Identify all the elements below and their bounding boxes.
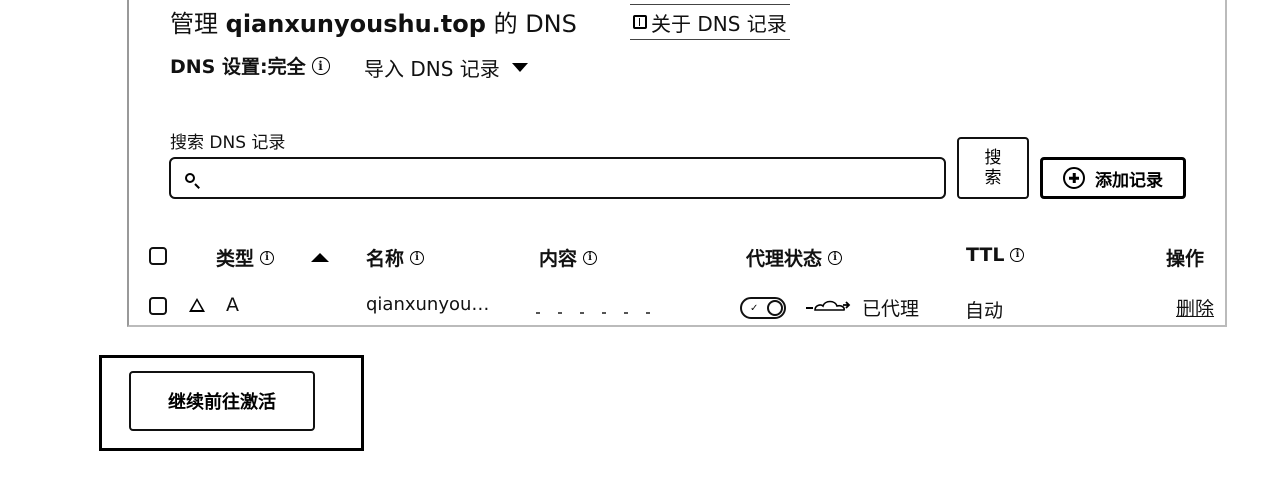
column-header-proxy-status[interactable]: 代理状态 i [746, 244, 843, 271]
title-suffix: 的 DNS [493, 10, 577, 38]
delete-record-link[interactable]: 删除 [1176, 294, 1214, 321]
check-icon: ✓ [750, 303, 759, 314]
about-dns-records-link[interactable]: 关于 DNS 记录 [630, 4, 790, 40]
search-label: 搜索 DNS 记录 [170, 133, 286, 153]
column-header-ttl[interactable]: TTL i [966, 244, 1025, 266]
info-icon[interactable]: i [583, 250, 598, 265]
import-dns-dropdown[interactable]: 导入 DNS 记录 [364, 53, 528, 82]
domain-name: qianxunyoushu.top [225, 10, 486, 38]
toggle-knob [767, 300, 783, 316]
info-icon[interactable]: i [410, 250, 425, 265]
column-header-content[interactable]: 内容 i [539, 244, 598, 271]
row-checkbox[interactable] [149, 297, 167, 315]
book-icon [633, 15, 647, 29]
column-header-name[interactable]: 名称 i [366, 244, 425, 271]
select-all-checkbox[interactable] [149, 247, 167, 265]
search-input[interactable] [203, 162, 944, 194]
sort-up-icon[interactable] [311, 253, 329, 262]
dns-setting-status: DNS 设置:完全 i [170, 52, 330, 79]
ttl-value: 自动 [965, 300, 1004, 322]
search-button[interactable]: 搜索 [957, 137, 1029, 199]
title-prefix: 管理 [170, 10, 218, 38]
column-header-label: 内容 [539, 248, 578, 270]
column-header-label: 名称 [366, 248, 405, 270]
warning-icon [189, 298, 205, 312]
chevron-down-icon [511, 63, 528, 72]
search-icon [185, 173, 195, 183]
column-header-label: 类型 [216, 248, 255, 270]
about-link-label: 关于 DNS 记录 [651, 11, 787, 36]
page-title: 管理 qianxunyoushu.top 的 DNS [170, 4, 577, 39]
column-header-actions: 操作 [1166, 244, 1204, 271]
proxy-status-label: 已代理 [862, 298, 920, 320]
info-icon[interactable]: i [260, 250, 275, 265]
cloud-icon [806, 300, 851, 311]
redacted-content [536, 312, 666, 314]
import-dns-label: 导入 DNS 记录 [364, 57, 500, 81]
plus-circle-icon [1063, 167, 1085, 189]
column-header-label: 操作 [1166, 248, 1205, 270]
continue-activation-button[interactable]: 继续前往激活 [129, 371, 315, 431]
record-type: A [226, 294, 239, 316]
proxy-toggle[interactable]: ✓ [740, 297, 786, 319]
column-header-label: 代理状态 [746, 248, 823, 270]
column-header-type[interactable]: 类型 i [216, 244, 275, 271]
info-icon[interactable]: i [311, 56, 330, 75]
add-record-button[interactable]: 添加记录 [1040, 157, 1186, 199]
info-icon[interactable]: i [828, 250, 843, 265]
column-header-label: TTL [966, 244, 1005, 266]
add-record-label: 添加记录 [1095, 170, 1163, 190]
search-field[interactable] [169, 157, 946, 199]
dns-setting-label: DNS 设置:完全 [170, 56, 306, 78]
record-name[interactable]: qianxunyou… [366, 294, 489, 315]
info-icon[interactable]: i [1010, 248, 1025, 262]
